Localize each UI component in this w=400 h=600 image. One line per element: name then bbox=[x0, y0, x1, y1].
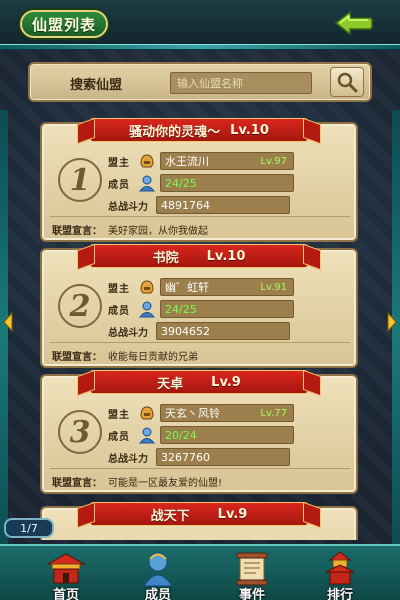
nav-members[interactable]: 成员 bbox=[118, 550, 198, 600]
nav-ranking[interactable]: 排行 bbox=[300, 550, 380, 600]
leader-value: 天玄丶风铃 Lv.77 bbox=[160, 404, 294, 422]
magnifier-icon bbox=[337, 72, 358, 93]
declaration-row: 联盟宣言： 可能是一区最友爱的仙盟! bbox=[52, 472, 348, 490]
alliance-name: 天卓 bbox=[157, 376, 184, 392]
leader-value: 幽゛虹轩 Lv.91 bbox=[160, 278, 294, 296]
tower-icon bbox=[325, 551, 355, 585]
power-label: 总战斗力 bbox=[108, 453, 148, 465]
alliance-card[interactable]: 天卓 Lv.9 3 盟主 天玄丶风铃 Lv.77 成员 20/24 总战斗力 3… bbox=[40, 370, 358, 494]
alliance-name: 战天下 bbox=[150, 508, 190, 524]
divider bbox=[50, 342, 350, 343]
leader-label: 盟主 bbox=[108, 409, 130, 421]
nav-events-label: 事件 bbox=[238, 588, 265, 600]
members-value: 24/25 bbox=[160, 300, 294, 318]
alliance-banner: 天卓 Lv.9 bbox=[90, 370, 308, 394]
search-button[interactable] bbox=[330, 67, 364, 97]
members-icon bbox=[138, 301, 156, 318]
rank-badge: 1 bbox=[58, 158, 102, 202]
members-value: 24/25 bbox=[160, 174, 294, 192]
bottom-nav: 首页 成员 事件 排行 bbox=[0, 544, 400, 600]
declaration-row: 联盟宣言： 美好家园，从你我做起 bbox=[52, 220, 348, 238]
leader-name: 天玄丶风铃 bbox=[165, 407, 220, 420]
alliance-level: Lv.9 bbox=[211, 374, 241, 390]
header-trim bbox=[0, 44, 400, 50]
alliance-card[interactable]: 书院 Lv.10 2 盟主 幽゛虹轩 Lv.91 成员 24/25 总战斗力 3… bbox=[40, 244, 358, 368]
page-indicator: 1/7 bbox=[4, 518, 54, 538]
search-label: 搜索仙盟 bbox=[70, 78, 123, 93]
leader-value: 水王流川 Lv.97 bbox=[160, 152, 294, 170]
leader-level: Lv.97 bbox=[260, 155, 287, 167]
search-input[interactable] bbox=[170, 72, 312, 94]
palace-icon bbox=[46, 553, 86, 584]
member-icon bbox=[143, 552, 173, 587]
chevron-right-icon bbox=[387, 312, 397, 332]
leader-level: Lv.91 bbox=[260, 281, 287, 293]
power-value: 3267760 bbox=[156, 448, 290, 466]
chevron-left-icon bbox=[3, 312, 13, 332]
header-bar: 仙盟列表 bbox=[0, 0, 400, 46]
leader-name: 幽゛虹轩 bbox=[165, 281, 209, 294]
alliance-level: Lv.10 bbox=[230, 122, 269, 138]
declaration-text: 可能是一区最友爱的仙盟! bbox=[108, 477, 223, 489]
alliance-name: 书院 bbox=[152, 250, 179, 266]
leader-label: 盟主 bbox=[108, 283, 130, 295]
alliance-card[interactable]: 战天下 Lv.9 bbox=[40, 502, 358, 540]
declaration-text: 收能每日贡献的兄弟 bbox=[108, 351, 198, 363]
search-bar: 搜索仙盟 bbox=[28, 62, 372, 102]
nav-home[interactable]: 首页 bbox=[26, 550, 106, 600]
rank-badge: 2 bbox=[58, 284, 102, 328]
leader-row: 盟主 幽゛虹轩 Lv.91 bbox=[108, 278, 294, 296]
members-label: 成员 bbox=[108, 179, 130, 191]
declaration-label: 联盟宣言： bbox=[52, 225, 102, 237]
alliance-banner: 骚动你的灵魂～ Lv.10 bbox=[90, 118, 308, 142]
leader-helmet-icon bbox=[140, 154, 154, 168]
divider bbox=[50, 216, 350, 217]
leader-row: 盟主 天玄丶风铃 Lv.77 bbox=[108, 404, 294, 422]
power-value: 3904652 bbox=[156, 322, 290, 340]
leader-name: 水王流川 bbox=[165, 155, 209, 168]
power-row: 总战斗力 4891764 bbox=[108, 196, 290, 214]
page-title: 仙盟列表 bbox=[20, 10, 108, 38]
nav-members-label: 成员 bbox=[144, 588, 171, 600]
power-label: 总战斗力 bbox=[108, 327, 148, 339]
next-page-arrow[interactable] bbox=[386, 310, 398, 334]
back-button[interactable] bbox=[332, 8, 376, 38]
power-row: 总战斗力 3267760 bbox=[108, 448, 290, 466]
alliance-banner: 战天下 Lv.9 bbox=[90, 502, 308, 526]
alliance-level: Lv.10 bbox=[206, 248, 246, 264]
members-value: 20/24 bbox=[160, 426, 294, 444]
alliance-level: Lv.9 bbox=[217, 506, 248, 522]
back-arrow-icon bbox=[334, 10, 373, 36]
members-row: 成员 20/24 bbox=[108, 426, 294, 444]
leader-level: Lv.77 bbox=[260, 407, 287, 419]
leader-row: 盟主 水王流川 Lv.97 bbox=[108, 152, 294, 170]
power-label: 总战斗力 bbox=[108, 201, 148, 213]
divider bbox=[50, 468, 350, 469]
prev-page-arrow[interactable] bbox=[2, 310, 14, 334]
members-icon bbox=[138, 175, 156, 192]
members-icon bbox=[138, 427, 156, 444]
alliance-card[interactable]: 骚动你的灵魂～ Lv.10 1 盟主 水王流川 Lv.97 成员 24/25 总… bbox=[40, 118, 358, 242]
members-row: 成员 24/25 bbox=[108, 174, 294, 192]
declaration-text: 美好家园，从你我做起 bbox=[108, 225, 208, 237]
power-value: 4891764 bbox=[156, 196, 290, 214]
declaration-row: 联盟宣言： 收能每日贡献的兄弟 bbox=[52, 346, 348, 364]
leader-helmet-icon bbox=[140, 280, 154, 294]
leader-label: 盟主 bbox=[108, 157, 130, 169]
nav-events[interactable]: 事件 bbox=[212, 550, 292, 600]
alliance-name: 骚动你的灵魂～ bbox=[129, 124, 221, 140]
nav-ranking-label: 排行 bbox=[326, 588, 353, 600]
power-row: 总战斗力 3904652 bbox=[108, 322, 290, 340]
leader-helmet-icon bbox=[140, 406, 154, 420]
members-row: 成员 24/25 bbox=[108, 300, 294, 318]
rank-badge: 3 bbox=[58, 410, 102, 454]
declaration-label: 联盟宣言： bbox=[52, 477, 102, 489]
nav-home-label: 首页 bbox=[52, 588, 79, 600]
alliance-banner: 书院 Lv.10 bbox=[90, 244, 308, 268]
members-label: 成员 bbox=[108, 305, 130, 317]
scroll-icon bbox=[236, 552, 268, 586]
members-label: 成员 bbox=[108, 431, 130, 443]
declaration-label: 联盟宣言： bbox=[52, 351, 102, 363]
alliance-list: 骚动你的灵魂～ Lv.10 1 盟主 水王流川 Lv.97 成员 24/25 总… bbox=[40, 116, 362, 540]
